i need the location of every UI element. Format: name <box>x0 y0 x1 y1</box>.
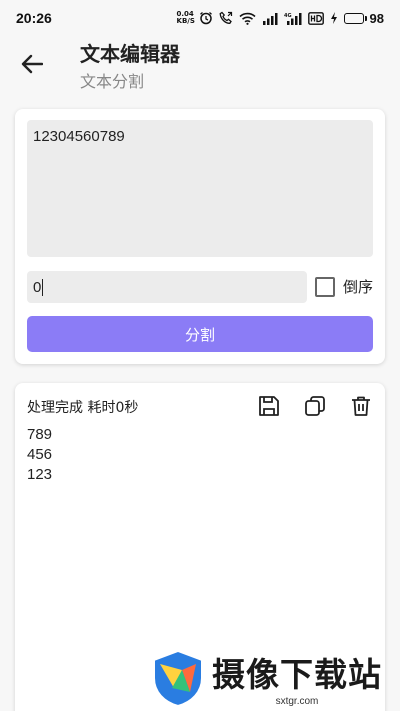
result-line: 789 <box>27 426 53 443</box>
status-icons: 0.04 KB/S 4G 98 <box>177 11 384 26</box>
charging-icon <box>330 12 337 24</box>
signal-icon <box>262 12 278 25</box>
svg-text:4G: 4G <box>284 13 292 19</box>
copy-icon <box>305 396 325 416</box>
status-bar: 20:26 0.04 KB/S 4G 98 <box>0 0 400 36</box>
result-line: 123 <box>27 466 53 483</box>
battery-icon: 98 <box>343 10 384 26</box>
result-line: 456 <box>27 446 53 463</box>
hd-icon <box>307 11 324 25</box>
reverse-toggle[interactable]: 倒序 <box>315 276 373 297</box>
text-input-area[interactable]: 12304560789 <box>27 120 373 257</box>
site-logo-icon <box>153 649 203 707</box>
wifi-icon <box>238 12 256 25</box>
watermark-text: 摄像下载站 sxtgr.com <box>212 648 382 707</box>
battery-level: 98 <box>369 10 384 26</box>
result-status: 处理完成 耗时0秒 <box>27 400 139 416</box>
net-speed-unit: KB/S <box>176 17 195 25</box>
status-time: 20:26 <box>16 10 52 26</box>
back-button[interactable] <box>16 48 48 80</box>
watermark-name: 摄像下载站 <box>212 655 382 694</box>
delete-button[interactable] <box>349 394 373 418</box>
alarm-icon <box>199 12 212 25</box>
arrow-left-icon <box>21 54 43 74</box>
watermark-url: sxtgr.com <box>275 696 319 707</box>
signal-4g-icon: 4G <box>284 12 302 25</box>
reverse-checkbox[interactable] <box>315 276 335 297</box>
text-caret <box>42 278 44 296</box>
input-card: 12304560789 0 倒序 分割 <box>15 109 385 364</box>
separator-value: 0 <box>33 278 42 296</box>
page-subtitle: 文本分割 <box>80 72 145 91</box>
result-toolbar <box>257 394 373 418</box>
app-bar: 文本编辑器 文本分割 <box>0 36 400 92</box>
page-title: 文本编辑器 <box>80 42 180 66</box>
split-button[interactable]: 分割 <box>27 316 373 352</box>
reverse-label: 倒序 <box>343 278 374 296</box>
separator-input[interactable]: 0 <box>27 271 307 303</box>
net-speed: 0.04 KB/S <box>176 11 195 25</box>
copy-button[interactable] <box>303 394 327 418</box>
watermark: 摄像下载站 sxtgr.com <box>150 644 400 711</box>
save-icon <box>259 396 279 416</box>
call-icon <box>219 11 232 24</box>
delete-icon <box>352 396 370 416</box>
save-button[interactable] <box>257 394 281 418</box>
result-output: 789 456 123 <box>27 425 52 485</box>
